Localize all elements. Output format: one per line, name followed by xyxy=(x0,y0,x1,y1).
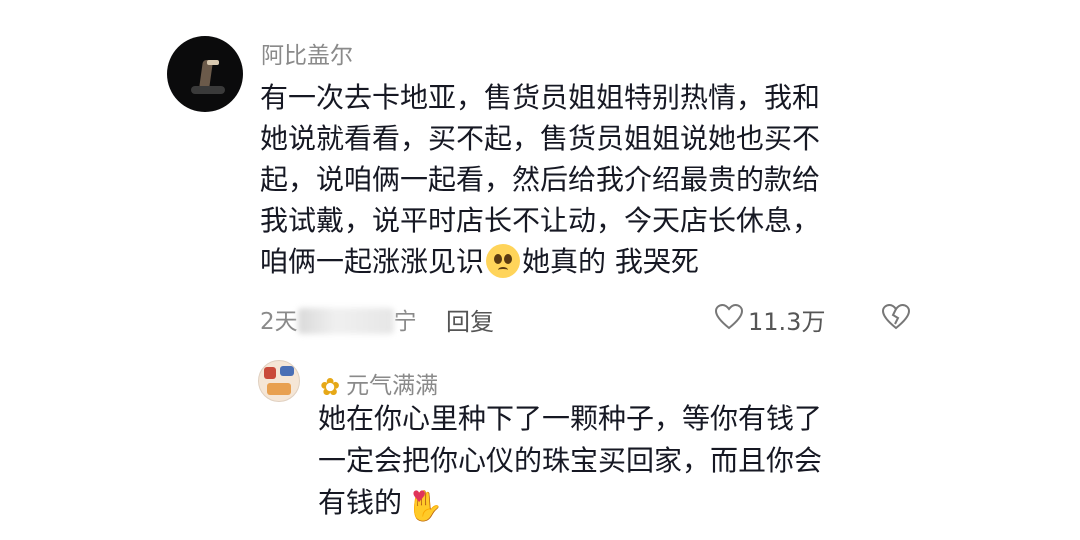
reply-username: 元气满满 xyxy=(346,373,439,399)
comment-text-line: 她说就看看，买不起，售货员姐姐说她也买不 xyxy=(260,122,821,155)
comment-text: 有一次去卡地亚，售货员姐姐特别热情，我和 她说就看看，买不起，售货员姐姐说她也买… xyxy=(260,77,960,282)
comment-text-segment: 她真的 我哭死 xyxy=(522,245,699,278)
comment-time: 2天宁 xyxy=(260,308,417,335)
sunflower-icon: ✿ xyxy=(320,373,341,401)
reply-text: 她在你心里种下了一颗种子，等你有钱了 一定会把你心仪的珠宝买回家，而且你会 有钱… xyxy=(318,398,938,528)
hand-heart-icon: ✋ ♥ xyxy=(406,487,444,524)
comment-text-line: 有一次去卡地亚，售货员姐姐特别热情，我和 xyxy=(260,81,821,114)
reply-text-line: 有钱的 ✋ ♥ xyxy=(318,482,938,528)
heart-outline-icon[interactable] xyxy=(715,304,743,330)
blurred-location xyxy=(297,308,394,334)
avatar[interactable] xyxy=(167,36,243,112)
comment-text-line: 咱俩一起涨涨见识 她真的 我哭死 xyxy=(260,241,960,282)
broken-heart-icon[interactable] xyxy=(882,304,910,330)
reply-avatar[interactable] xyxy=(258,360,300,402)
reply-text-line: 她在你心里种下了一颗种子，等你有钱了 xyxy=(318,402,823,435)
comment-text-line: 我试戴，说平时店长不让动，今天店长休息， xyxy=(260,204,821,237)
pleading-face-icon xyxy=(486,244,521,278)
reply-username-row[interactable]: ✿ 元气满满 xyxy=(320,366,438,401)
reply-text-line: 一定会把你心仪的珠宝买回家，而且你会 xyxy=(318,444,823,477)
comment-text-line: 起，说咱俩一起看，然后给我介绍最贵的款给 xyxy=(260,163,821,196)
comment-meta: 2天宁 回复 11.3万 xyxy=(260,302,920,336)
reply-button[interactable]: 回复 xyxy=(446,302,494,337)
comment-text-segment: 咱俩一起涨涨见识 xyxy=(260,245,485,278)
comment-username[interactable]: 阿比盖尔 xyxy=(261,36,353,70)
like-count: 11.3万 xyxy=(748,308,826,336)
